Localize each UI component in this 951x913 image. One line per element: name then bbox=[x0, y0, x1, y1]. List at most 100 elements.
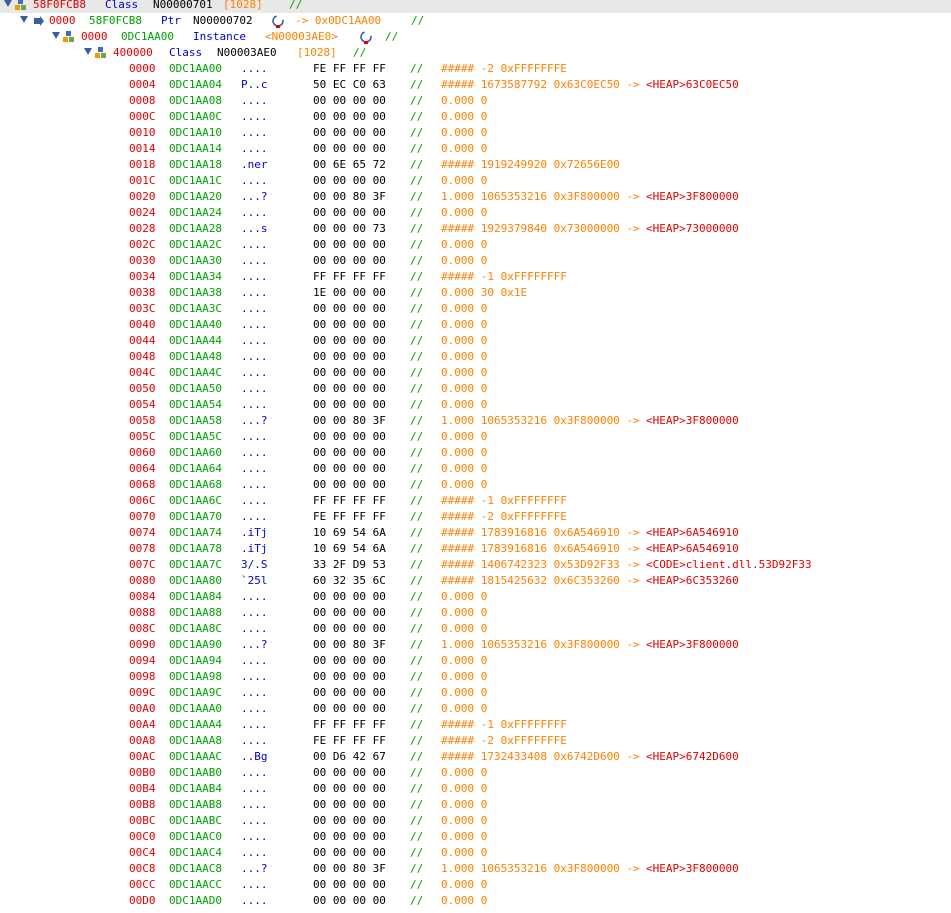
memory-row[interactable]: 0004 0DC1AA04 P..c 50 EC C0 63 // ##### 16735… bbox=[0, 77, 951, 93]
row-offset: 0080 bbox=[129, 574, 156, 587]
row-comment: // bbox=[410, 446, 424, 459]
memory-row[interactable]: 0000 0DC1AA00.... FE FF FF FF // ##### -2 0x… bbox=[0, 61, 951, 77]
memory-row[interactable]: 00D0 0DC1AAD0.... 00 00 00 00 // 0.000 0 bbox=[0, 893, 951, 909]
memory-row[interactable]: 0034 0DC1AA34.... FF FF FF FF // ##### -1 0x… bbox=[0, 269, 951, 285]
memory-row[interactable]: 0058 0DC1AA58...? 00 00 80 3F // 1.000 10653… bbox=[0, 413, 951, 429]
memory-row[interactable]: 0070 0DC1AA70.... FE FF FF FF // ##### -2 0x… bbox=[0, 509, 951, 525]
caret-down-icon[interactable] bbox=[52, 32, 60, 39]
tree-node-class[interactable]: 400000 Class N00003AE0 [1028] // bbox=[0, 45, 951, 61]
memory-row[interactable]: 009C 0DC1AA9C.... 00 00 00 00 // 0.000 0 bbox=[0, 685, 951, 701]
row-offset: 0008 bbox=[129, 94, 156, 107]
memory-row[interactable]: 0038 0DC1AA38.... 1E 00 00 00 // 0.000 30 0x… bbox=[0, 285, 951, 301]
memory-row[interactable]: 0020 0DC1AA20...? 00 00 80 3F // 1.000 10653… bbox=[0, 189, 951, 205]
memory-row[interactable]: 0014 0DC1AA14.... 00 00 00 00 // 0.000 0 bbox=[0, 141, 951, 157]
memory-row[interactable]: 0050 0DC1AA50.... 00 00 00 00 // 0.000 0 bbox=[0, 381, 951, 397]
row-offset: 00B0 bbox=[129, 766, 156, 779]
row-address: 0DC1AA6C bbox=[169, 494, 222, 507]
row-address: 0DC1AA7C bbox=[169, 558, 222, 571]
memory-row[interactable]: 0028 0DC1AA28 ...s 00 00 00 73 // ##### 19293… bbox=[0, 221, 951, 237]
memory-row[interactable]: 0074 0DC1AA74 .iTj 10 69 54 6A // ##### 17839… bbox=[0, 525, 951, 541]
caret-down-icon[interactable] bbox=[20, 16, 28, 23]
memory-row[interactable]: 003C 0DC1AA3C.... 00 00 00 00 // 0.000 0 bbox=[0, 301, 951, 317]
memory-row[interactable]: 0098 0DC1AA98.... 00 00 00 00 // 0.000 0 bbox=[0, 669, 951, 685]
memory-row[interactable]: 0084 0DC1AA84.... 00 00 00 00 // 0.000 0 bbox=[0, 589, 951, 605]
memory-row[interactable]: 0044 0DC1AA44.... 00 00 00 00 // 0.000 0 bbox=[0, 333, 951, 349]
memory-row[interactable]: 00B0 0DC1AAB0.... 00 00 00 00 // 0.000 0 bbox=[0, 765, 951, 781]
tree-node-instance[interactable]: 0000 0DC1AA00 Instance <N00003AE0> // bbox=[0, 29, 951, 45]
caret-down-icon[interactable] bbox=[4, 0, 12, 7]
row-comment: // bbox=[410, 702, 424, 715]
memory-row[interactable]: 00A4 0DC1AAA4.... FF FF FF FF // ##### -1 0x… bbox=[0, 717, 951, 733]
memory-row[interactable]: 0008 0DC1AA08.... 00 00 00 00 // 0.000 0 bbox=[0, 93, 951, 109]
row-ascii: P..c bbox=[241, 78, 268, 91]
row-comment: // bbox=[410, 670, 424, 683]
memory-row[interactable]: 0060 0DC1AA60.... 00 00 00 00 // 0.000 0 bbox=[0, 445, 951, 461]
memory-row[interactable]: 0040 0DC1AA40.... 00 00 00 00 // 0.000 0 bbox=[0, 317, 951, 333]
memory-row[interactable]: 00A0 0DC1AAA0.... 00 00 00 00 // 0.000 0 bbox=[0, 701, 951, 717]
row-address: 0DC1AAB8 bbox=[169, 798, 222, 811]
memory-row[interactable]: 001C 0DC1AA1C.... 00 00 00 00 // 0.000 0 bbox=[0, 173, 951, 189]
memory-row[interactable]: 0054 0DC1AA54.... 00 00 00 00 // 0.000 0 bbox=[0, 397, 951, 413]
row-ascii: .... bbox=[241, 654, 268, 667]
refresh-icon[interactable] bbox=[271, 14, 285, 28]
memory-row[interactable]: 0064 0DC1AA64.... 00 00 00 00 // 0.000 0 bbox=[0, 461, 951, 477]
memory-row[interactable]: 0094 0DC1AA94.... 00 00 00 00 // 0.000 0 bbox=[0, 653, 951, 669]
memory-row[interactable]: 00CC 0DC1AACC.... 00 00 00 00 // 0.000 0 bbox=[0, 877, 951, 893]
row-address: 0DC1AA80 bbox=[169, 574, 222, 587]
row-ascii: .... bbox=[241, 318, 268, 331]
row-address: 0DC1AA48 bbox=[169, 350, 222, 363]
memory-row[interactable]: 0018 0DC1AA18 .ner 00 6E 65 72 // ##### 19192… bbox=[0, 157, 951, 173]
memory-row[interactable]: 0024 0DC1AA24.... 00 00 00 00 // 0.000 0 bbox=[0, 205, 951, 221]
memory-row[interactable]: 007C 0DC1AA7C 3/.S 33 2F D9 53 // ##### 14067… bbox=[0, 557, 951, 573]
memory-row[interactable]: 00C4 0DC1AAC4.... 00 00 00 00 // 0.000 0 bbox=[0, 845, 951, 861]
memory-row[interactable]: 00C0 0DC1AAC0.... 00 00 00 00 // 0.000 0 bbox=[0, 829, 951, 845]
row-hex: 00 D6 42 67 bbox=[313, 750, 386, 763]
row-hex: 00 00 00 00 bbox=[313, 254, 386, 267]
row-ascii: .... bbox=[241, 254, 268, 267]
row-value: 0.000 0 bbox=[441, 206, 488, 219]
tree-node-root[interactable]: 58F0FCB8 Class N00000701 [1028] // bbox=[0, 0, 951, 13]
memory-row[interactable]: 0078 0DC1AA78 .iTj 10 69 54 6A // ##### 17839… bbox=[0, 541, 951, 557]
memory-row[interactable]: 000C 0DC1AA0C.... 00 00 00 00 // 0.000 0 bbox=[0, 109, 951, 125]
memory-row[interactable]: 0010 0DC1AA10.... 00 00 00 00 // 0.000 0 bbox=[0, 125, 951, 141]
row-value: ##### 1929379840 0x73000000 -> bbox=[441, 222, 640, 235]
memory-row[interactable]: 0090 0DC1AA90...? 00 00 80 3F // 1.000 10653… bbox=[0, 637, 951, 653]
memory-row[interactable]: 0080 0DC1AA80 `25l 60 32 35 6C // ##### 18154… bbox=[0, 573, 951, 589]
memory-row[interactable]: 005C 0DC1AA5C.... 00 00 00 00 // 0.000 0 bbox=[0, 429, 951, 445]
tree-node-pointer[interactable]: 0000 58F0FCB8 Ptr N00000702 -> 0x0DC1AA0… bbox=[0, 13, 951, 29]
row-offset: 0064 bbox=[129, 462, 156, 475]
refresh-icon[interactable] bbox=[359, 30, 373, 44]
row-address: 0DC1AA2C bbox=[169, 238, 222, 251]
row-offset: 0094 bbox=[129, 654, 156, 667]
row-address: 0DC1AA88 bbox=[169, 606, 222, 619]
memory-row[interactable]: 004C 0DC1AA4C.... 00 00 00 00 // 0.000 0 bbox=[0, 365, 951, 381]
memory-row[interactable]: 00BC 0DC1AABC.... 00 00 00 00 // 0.000 0 bbox=[0, 813, 951, 829]
row-comment: // bbox=[410, 414, 424, 427]
memory-row[interactable]: 0030 0DC1AA30.... 00 00 00 00 // 0.000 0 bbox=[0, 253, 951, 269]
memory-row[interactable]: 00C8 0DC1AAC8...? 00 00 80 3F // 1.000 10653… bbox=[0, 861, 951, 877]
memory-row[interactable]: 00A8 0DC1AAA8.... FE FF FF FF // ##### -2 0x… bbox=[0, 733, 951, 749]
memory-row[interactable]: 0048 0DC1AA48.... 00 00 00 00 // 0.000 0 bbox=[0, 349, 951, 365]
inst-prefix: 0000 bbox=[81, 30, 108, 43]
row-address: 0DC1AAC0 bbox=[169, 830, 222, 843]
memory-tree-view[interactable]: 58F0FCB8 Class N00000701 [1028] // 0000 … bbox=[0, 0, 951, 913]
row-comment: // bbox=[410, 526, 424, 539]
memory-row[interactable]: 008C 0DC1AA8C.... 00 00 00 00 // 0.000 0 bbox=[0, 621, 951, 637]
row-comment: // bbox=[410, 302, 424, 315]
memory-row[interactable]: 0068 0DC1AA68.... 00 00 00 00 // 0.000 0 bbox=[0, 477, 951, 493]
memory-row[interactable]: 00AC 0DC1AAAC ..Bg 00 D6 42 67 // ##### 17324… bbox=[0, 749, 951, 765]
row-offset: 0074 bbox=[129, 526, 156, 539]
memory-row[interactable]: 0088 0DC1AA88.... 00 00 00 00 // 0.000 0 bbox=[0, 605, 951, 621]
row-value: 0.000 30 0x1E bbox=[441, 286, 528, 299]
row-value: ##### -2 0xFFFFFFFE bbox=[441, 510, 567, 523]
row-offset: 00A8 bbox=[129, 734, 156, 747]
memory-row[interactable]: 00B4 0DC1AAB4.... 00 00 00 00 // 0.000 0 bbox=[0, 781, 951, 797]
row-ascii: .... bbox=[241, 606, 268, 619]
memory-row[interactable]: 002C 0DC1AA2C.... 00 00 00 00 // 0.000 0 bbox=[0, 237, 951, 253]
row-value: ##### 1919249920 0x72656E00 bbox=[441, 158, 620, 171]
memory-row[interactable]: 006C 0DC1AA6C.... FF FF FF FF // ##### -1 0x… bbox=[0, 493, 951, 509]
caret-down-icon[interactable] bbox=[84, 48, 92, 55]
row-ascii: ...? bbox=[241, 862, 268, 875]
memory-row[interactable]: 00B8 0DC1AAB8.... 00 00 00 00 // 0.000 0 bbox=[0, 797, 951, 813]
row-comment: // bbox=[410, 734, 424, 747]
